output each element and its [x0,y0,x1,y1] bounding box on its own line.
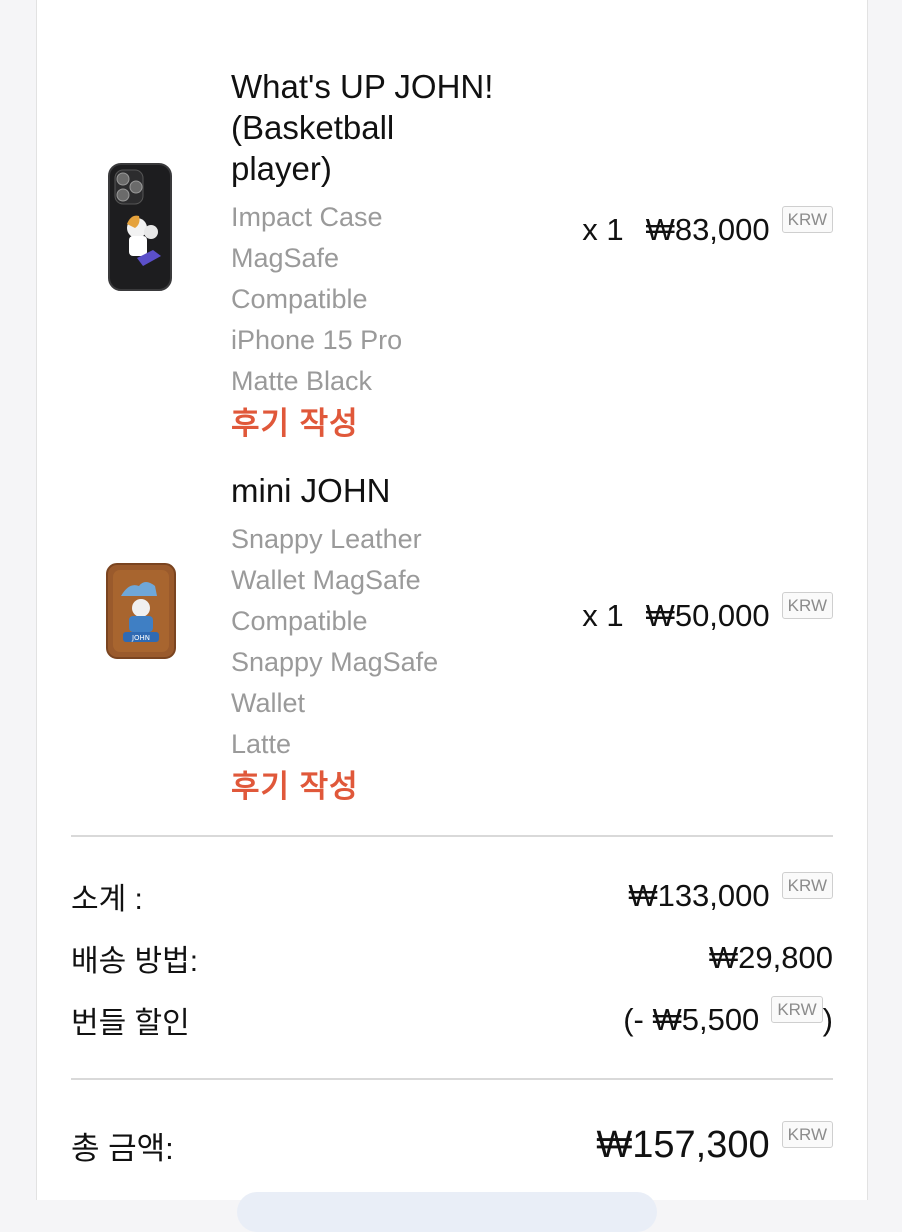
discount-value: (- ₩5,500 [623,1002,760,1037]
item-option: Wallet [231,688,306,718]
subtotal-value-group: ₩133,000 KRW [628,871,833,914]
item-quantity: x 1 [582,598,624,633]
total-label: 총 금액: [71,1130,174,1166]
item-option: Snappy Leather [231,524,422,554]
item-qty-price: x 1 ₩83,000 KRW [582,205,833,248]
wallet-image[interactable]: JOHN [105,562,177,665]
currency-badge: KRW [771,995,823,1023]
item-option: Latte [231,729,292,759]
item-info: What's UP JOHN! (Basketball player) Impa… [231,66,531,446]
discount-row: 번들 할인 (- ₩5,500 KRW ) [71,995,833,1042]
write-review-link[interactable]: 후기 작성 [231,402,531,446]
divider [71,1078,833,1080]
currency-badge: KRW [781,871,833,899]
item-option: iPhone 15 Pro [231,325,403,355]
shipping-row: 배송 방법: ₩29,800 [71,936,833,980]
discount-label: 번들 할인 [71,1007,190,1040]
item-option: Impact Case [231,202,383,232]
shipping-value: ₩29,800 [708,940,833,975]
total-value-group: ₩157,300 KRW [596,1120,833,1167]
phone-case-image[interactable] [107,162,173,297]
shipping-label: 배송 방법: [71,945,199,978]
item-title[interactable]: mini JOHN [231,470,531,511]
item-title-line: (Basketball [231,109,395,146]
subtotal-row: 소계 : ₩133,000 KRW [71,871,833,918]
item-qty-price: x 1 ₩50,000 KRW [582,591,833,634]
item-info: mini JOHN Snappy Leather Wallet MagSafe … [231,470,531,809]
item-title-line: mini JOHN [231,472,391,509]
item-title-line: player) [231,150,332,187]
bottom-action-button[interactable] [237,1192,657,1232]
subtotal-value: ₩133,000 [628,878,770,913]
item-title-line: What's UP JOHN! [231,68,494,105]
subtotal-label: 소계 : [71,883,143,916]
order-summary-card: What's UP JOHN! (Basketball player) Impa… [36,0,868,1232]
item-option: Wallet MagSafe [231,565,421,595]
item-option: Compatible [231,284,368,314]
item-price: ₩50,000 [645,598,770,633]
divider [71,835,833,837]
item-option: Compatible [231,606,368,636]
item-title[interactable]: What's UP JOHN! (Basketball player) [231,66,531,189]
total-value: ₩157,300 [596,1123,770,1166]
svg-text:JOHN: JOHN [131,634,150,642]
item-price: ₩83,000 [645,212,770,247]
currency-badge: KRW [781,591,833,619]
write-review-link[interactable]: 후기 작성 [231,765,531,809]
discount-value-group: (- ₩5,500 KRW ) [623,995,833,1038]
discount-close-paren: ) [822,1002,833,1037]
item-option: Matte Black [231,366,373,396]
item-quantity: x 1 [582,212,624,247]
item-option: MagSafe [231,243,340,273]
currency-badge: KRW [781,205,833,233]
item-option: Snappy MagSafe [231,647,439,677]
currency-badge: KRW [781,1120,833,1148]
total-row: 총 금액: ₩157,300 KRW [71,1120,833,1170]
